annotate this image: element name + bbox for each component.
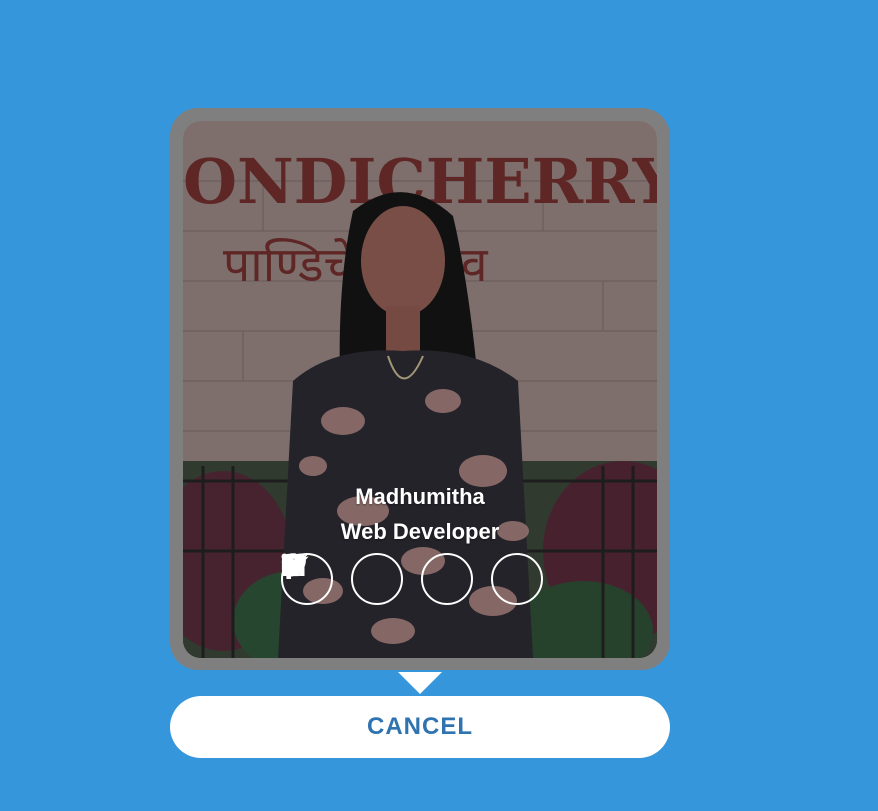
linkedin-button[interactable] <box>281 553 473 605</box>
profile-photo: ONDICHERRY U पाण्डिचेरी विश्व <box>183 121 657 658</box>
social-links <box>281 553 543 605</box>
twitter-button[interactable] <box>281 553 403 605</box>
instagram-button[interactable] <box>281 553 543 605</box>
cancel-button[interactable]: CANCEL <box>170 696 670 758</box>
profile-card: ONDICHERRY U पाण्डिचेरी विश्व <box>170 108 670 670</box>
popover-pointer <box>398 672 442 694</box>
instagram-icon <box>281 553 305 577</box>
profile-name: Madhumitha <box>355 484 485 509</box>
profile-role: Web Developer <box>340 519 500 544</box>
